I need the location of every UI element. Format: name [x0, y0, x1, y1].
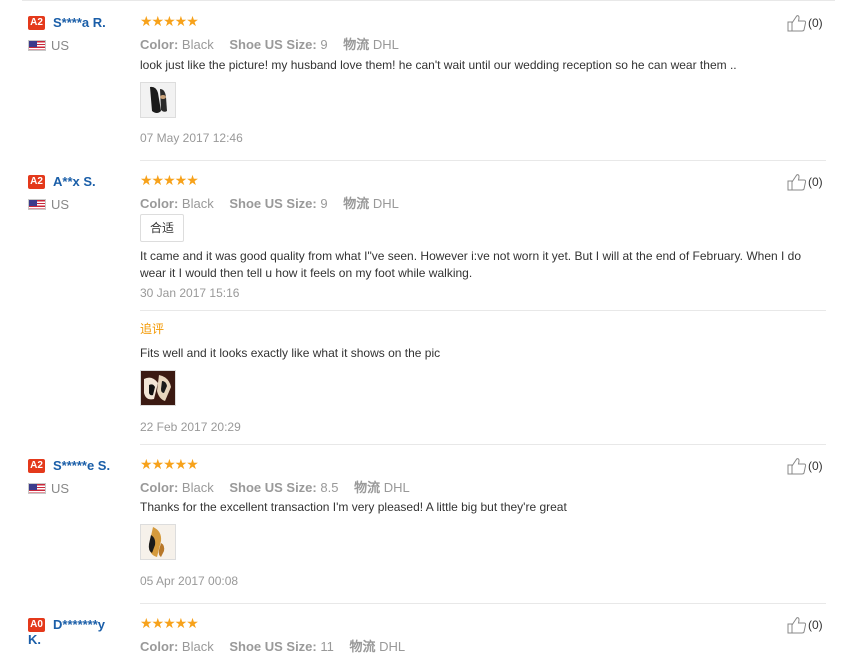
like-button[interactable]: (0)	[787, 14, 823, 32]
size-value: 9	[320, 37, 328, 52]
review-divider	[140, 160, 826, 161]
shipping-label: 物流	[343, 196, 370, 211]
color-label: Color:	[140, 196, 179, 211]
shoe-photo-icon	[141, 371, 175, 405]
shipping-label: 物流	[349, 639, 376, 654]
size-label: Shoe US Size:	[229, 37, 317, 52]
followup-label: 追评	[140, 322, 165, 336]
reviewer-country: US	[51, 481, 70, 496]
top-divider	[22, 0, 835, 1]
level-badge: A2	[28, 459, 45, 473]
reviewer-name[interactable]: D*******y K.	[28, 617, 106, 647]
reviewer-name[interactable]: S*****e S.	[53, 458, 133, 473]
reviewer-name[interactable]: S****a R.	[53, 15, 133, 30]
shipping-value: DHL	[372, 196, 399, 211]
color-label: Color:	[140, 37, 179, 52]
level-badge: A2	[28, 16, 45, 30]
like-button[interactable]: (0)	[787, 457, 823, 475]
color-label: Color:	[140, 480, 179, 495]
thumbs-up-icon	[787, 174, 807, 191]
shipping-value: DHL	[383, 480, 410, 495]
reviewer-country: US	[51, 38, 70, 53]
color-label: Color:	[140, 639, 179, 654]
shipping-value: DHL	[379, 639, 406, 654]
size-value: 11	[320, 639, 334, 654]
review-date: 30 Jan 2017 15:16	[140, 286, 240, 300]
size-label: Shoe US Size:	[229, 196, 317, 211]
shipping-value: DHL	[372, 37, 399, 52]
shoe-photo-icon	[141, 83, 175, 117]
review-divider	[140, 603, 826, 604]
size-value: 8.5	[320, 480, 339, 495]
fit-tag: 合适	[140, 214, 185, 242]
followup-date: 22 Feb 2017 20:29	[140, 420, 241, 434]
followup-divider	[140, 310, 826, 311]
size-label: Shoe US Size:	[229, 480, 317, 495]
color-value: Black	[181, 480, 214, 495]
star-rating: ★★★★★	[140, 172, 199, 188]
star-rating: ★★★★★	[140, 615, 199, 631]
review-date: 07 May 2017 12:46	[140, 131, 243, 145]
color-value: Black	[181, 639, 214, 654]
thumbs-up-icon	[787, 15, 807, 32]
like-button[interactable]: (0)	[787, 616, 823, 634]
followup-text: Fits well and it looks exactly like what…	[140, 346, 441, 360]
thumbs-up-icon	[787, 458, 807, 475]
us-flag-icon	[28, 40, 46, 51]
review-date: 05 Apr 2017 00:08	[140, 574, 239, 588]
like-button[interactable]: (0)	[787, 173, 823, 191]
like-count: (0)	[808, 618, 823, 632]
size-value: 9	[320, 196, 328, 211]
like-count: (0)	[808, 459, 823, 473]
review-text: It came and it was good quality from wha…	[140, 249, 802, 280]
order-info: Color: Black Shoe US Size: 9 物流 DHL	[140, 193, 399, 212]
color-value: Black	[181, 196, 214, 211]
reviewer-country: US	[51, 197, 70, 212]
star-rating: ★★★★★	[140, 13, 199, 29]
us-flag-icon	[28, 483, 46, 494]
order-info: Color: Black Shoe US Size: 8.5 物流 DHL	[140, 477, 410, 496]
size-label: Shoe US Size:	[229, 639, 317, 654]
color-value: Black	[181, 37, 214, 52]
shipping-label: 物流	[343, 37, 370, 52]
review-divider	[140, 444, 826, 445]
us-flag-icon	[28, 199, 46, 210]
review-text: Thanks for the excellent transaction I'm…	[140, 500, 567, 514]
review-photo[interactable]	[140, 524, 176, 560]
star-rating: ★★★★★	[140, 456, 199, 472]
level-badge: A2	[28, 175, 45, 189]
review-photo[interactable]	[140, 82, 176, 118]
followup-photo[interactable]	[140, 370, 176, 406]
reviewer-name[interactable]: A**x S.	[53, 174, 133, 189]
order-info: Color: Black Shoe US Size: 11 物流 DHL	[140, 636, 405, 655]
review-text: look just like the picture! my husband l…	[140, 58, 737, 72]
like-count: (0)	[808, 16, 823, 30]
thumbs-up-icon	[787, 617, 807, 634]
order-info: Color: Black Shoe US Size: 9 物流 DHL	[140, 34, 399, 53]
shipping-label: 物流	[354, 480, 381, 495]
like-count: (0)	[808, 175, 823, 189]
shoe-photo-icon	[141, 525, 175, 559]
